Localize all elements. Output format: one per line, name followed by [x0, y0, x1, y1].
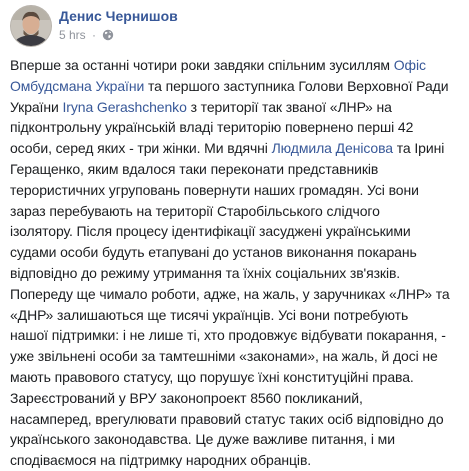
mention-link[interactable]: Омбудсмана України [10, 78, 144, 94]
post-text-line: Попереду ще чимало роботи, адже, на жаль… [10, 284, 462, 305]
post-text-line: Зареєстрований у ВРУ законопроект 8560 п… [10, 388, 462, 409]
post-text: з території так званої «ЛНР» на [186, 98, 392, 115]
post-text: Вперше за останні чотири роки завдяки сп… [10, 57, 394, 73]
post-text: ізолятору. Після процесу ідентифікації з… [10, 223, 411, 240]
post-text: та першого заступника Голови Верховної Р… [144, 77, 449, 94]
post-text-line: судами особи будуть етапувані до установ… [10, 242, 462, 263]
post-text: українського законодавства. Це дуже важл… [10, 431, 395, 448]
facebook-post: Денис Чернишов 5 hrs · Вперше за останні… [0, 0, 469, 468]
post-text-line: насамперед, врегулювати правовий статус … [10, 409, 462, 430]
post-text: особи, серед яких - три жінки. Ми вдячні [10, 140, 272, 157]
post-text-line: України Iryna Gerashchenko з території т… [10, 97, 462, 118]
post-text-line: «ДНР» залишаються ще тисячі українців. У… [10, 305, 462, 326]
post-text-line: підконтрольну українській владі територі… [10, 117, 462, 138]
post-text: Попереду ще чимало роботи, адже, на жаль… [10, 285, 450, 302]
mention-link[interactable]: Iryna Gerashchenko [63, 99, 187, 115]
post-text-line: українського законодавства. Це дуже важл… [10, 429, 462, 450]
avatar[interactable] [10, 5, 52, 47]
post-body: Вперше за останні чотири роки завдяки сп… [10, 55, 462, 471]
author-name[interactable]: Денис Чернишов [59, 8, 178, 24]
post-text-line: мають правового статусу, що порушує їхні… [10, 367, 462, 388]
post-text: зараз перебувають на території Старобіль… [10, 202, 380, 219]
profile-photo [11, 6, 51, 46]
globe-icon[interactable] [102, 29, 114, 44]
post-text-line: відповідно до режиму утримання та їхніх … [10, 263, 462, 284]
post-meta: 5 hrs · [59, 28, 114, 44]
post-text: «ДНР» залишаються ще тисячі українців. У… [10, 306, 409, 323]
post-text: мають правового статусу, що порушує їхні… [10, 368, 414, 385]
post-text-line: Геращенко, яким вдалося таки переконати … [10, 159, 462, 180]
post-text-line: Омбудсмана України та першого заступника… [10, 76, 462, 97]
post-text-line: сподіваємося на підтримку народних обран… [10, 450, 462, 471]
post-text: Зареєстрований у ВРУ законопроект 8560 п… [10, 389, 363, 406]
post-text-line: уже звільнені особи за тамтешніми «закон… [10, 346, 462, 367]
post-text: уже звільнені особи за тамтешніми «закон… [10, 348, 438, 365]
post-text: нашої підтримки: і не лише ті, хто продо… [10, 327, 446, 344]
post-timestamp[interactable]: 5 hrs [59, 28, 86, 42]
post-text-line: зараз перебувають на території Старобіль… [10, 201, 462, 222]
meta-separator: · [92, 28, 97, 42]
post-text: Геращенко, яким вдалося таки переконати … [10, 160, 379, 177]
post-text: терористичних угруповань повернути наших… [10, 181, 419, 198]
post-text: України [10, 98, 63, 115]
post-text: підконтрольну українській владі територі… [10, 119, 414, 136]
post-text: судами особи будуть етапувані до установ… [10, 244, 417, 261]
post-text-line: Вперше за останні чотири роки завдяки сп… [10, 55, 462, 76]
post-text: сподіваємося на підтримку народних обран… [10, 452, 312, 469]
post-text-line: терористичних угруповань повернути наших… [10, 180, 462, 201]
post-text: відповідно до режиму утримання та їхніх … [10, 264, 401, 281]
post-text: насамперед, врегулювати правовий статус … [10, 410, 444, 427]
post-text-line: ізолятору. Після процесу ідентифікації з… [10, 221, 462, 242]
mention-link[interactable]: Офіс [394, 57, 426, 73]
post-text: та Ірині [392, 140, 445, 157]
post-text-line: особи, серед яких - три жінки. Ми вдячні… [10, 138, 462, 159]
mention-link[interactable]: Людмила Денісова [272, 140, 393, 156]
post-text-line: нашої підтримки: і не лише ті, хто продо… [10, 325, 462, 346]
